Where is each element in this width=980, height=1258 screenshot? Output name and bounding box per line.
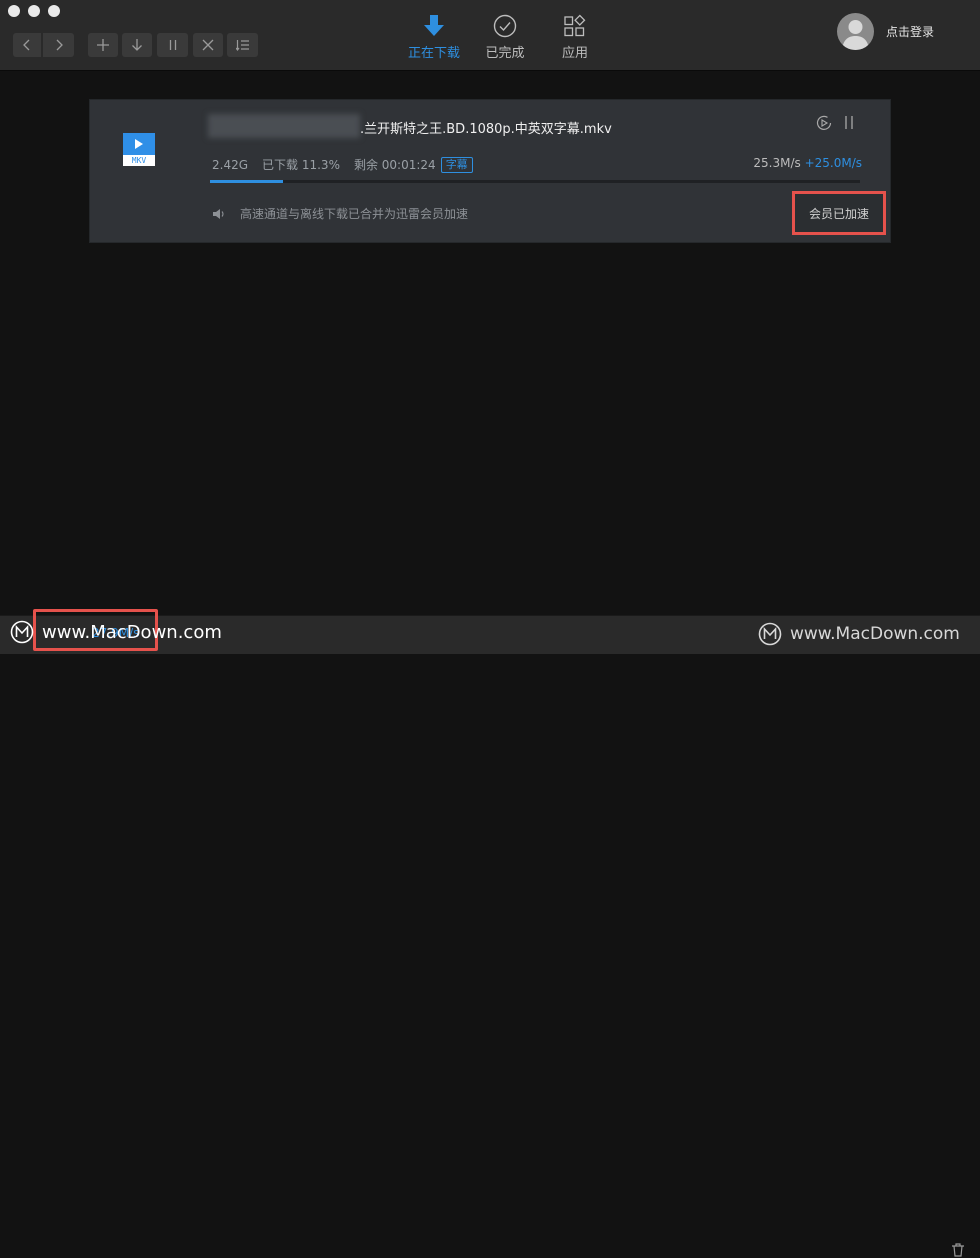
downloaded-percent: 已下载 11.3% <box>262 158 340 172</box>
apps-grid-icon <box>564 14 586 37</box>
tab-apps-label: 应用 <box>561 46 588 61</box>
download-arrow-icon <box>424 15 444 36</box>
trash-icon[interactable] <box>950 1242 966 1258</box>
vip-accelerated-status[interactable]: 会员已加速 <box>792 191 886 235</box>
download-icon <box>132 39 142 51</box>
play-icon <box>135 139 143 149</box>
user-icon <box>842 20 869 50</box>
avatar[interactable] <box>837 13 874 50</box>
current-speed: 25.3M/s <box>753 156 801 170</box>
close-icon <box>202 39 214 51</box>
watermark-right: www.MacDown.com <box>758 622 960 646</box>
pause-icon <box>169 40 176 50</box>
pause-all-button[interactable] <box>157 33 188 57</box>
login-link[interactable]: 点击登录 <box>886 23 934 40</box>
watermark-left-text: www.MacDown.com <box>42 621 222 643</box>
speaker-icon <box>213 208 224 219</box>
file-extension: MKV <box>123 155 155 166</box>
play-circle-icon <box>816 115 832 130</box>
macdown-logo-icon <box>758 622 782 646</box>
boost-speed: +25.0M/s <box>804 156 862 170</box>
macdown-logo-icon <box>10 620 34 644</box>
progress-bar <box>210 180 860 183</box>
download-speed: 25.3M/s +25.0M/s <box>753 156 862 170</box>
forward-button[interactable] <box>43 33 74 57</box>
blurred-filename-prefix <box>208 114 360 138</box>
minimize-window-button[interactable] <box>28 5 40 17</box>
user-login[interactable]: 点击登录 <box>837 13 934 50</box>
back-icon <box>23 39 30 51</box>
new-task-button[interactable] <box>88 33 118 57</box>
video-file-icon: MKV <box>123 133 155 166</box>
pause-icon <box>845 116 853 129</box>
tab-downloading-label: 正在下载 <box>407 46 460 61</box>
tab-completed[interactable]: 已完成 <box>469 14 541 61</box>
watermark-left: www.MacDown.com <box>10 620 222 644</box>
download-task-card[interactable]: MKV .兰开斯特之王.BD.1080p.中英双字幕.mkv 2.42G 已下载… <box>90 100 890 242</box>
plus-icon <box>97 39 109 51</box>
tab-apps[interactable]: 应用 <box>539 14 611 61</box>
forward-icon <box>56 39 63 51</box>
time-remaining: 剩余 00:01:24 <box>353 158 436 172</box>
delete-button[interactable] <box>193 33 223 57</box>
tab-downloading[interactable]: 正在下载 <box>398 14 470 61</box>
check-circle-icon <box>493 14 517 38</box>
task-meta: 2.42G 已下载 11.3% 剩余 00:01:24 字幕 <box>212 156 487 173</box>
notice-text: 高速通道与离线下载已合并为迅雷会员加速 <box>240 207 469 221</box>
app-window: 正在下载 已完成 应用 点击登录 MKV .兰开斯特之王.BD.1080p.中英… <box>0 0 980 1257</box>
close-window-button[interactable] <box>8 5 20 17</box>
watermark-right-text: www.MacDown.com <box>790 624 960 644</box>
start-download-button[interactable] <box>122 33 152 57</box>
toolbar: 正在下载 已完成 应用 点击登录 <box>0 0 980 71</box>
back-button[interactable] <box>13 33 41 57</box>
sort-list-button[interactable] <box>227 33 258 57</box>
tab-completed-label: 已完成 <box>485 46 525 61</box>
progress-fill <box>210 180 284 183</box>
notice-row: 高速通道与离线下载已合并为迅雷会员加速 <box>212 205 468 222</box>
play-file-button[interactable] <box>815 114 833 132</box>
pause-task-button[interactable] <box>840 114 858 132</box>
subtitle-badge[interactable]: 字幕 <box>440 156 473 173</box>
file-size: 2.42G <box>212 157 249 172</box>
task-filename: .兰开斯特之王.BD.1080p.中英双字幕.mkv <box>360 122 612 137</box>
window-controls <box>8 5 60 17</box>
zoom-window-button[interactable] <box>48 5 60 17</box>
list-icon <box>235 40 249 51</box>
